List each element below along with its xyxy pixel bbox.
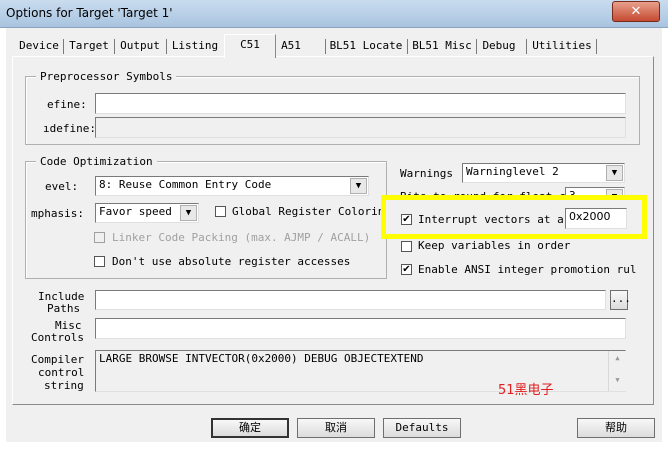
level-select-value: 8: Reuse Common Entry Code	[99, 178, 272, 191]
tab-separator	[166, 39, 167, 54]
global-register-coloring-checkbox[interactable]	[215, 206, 226, 217]
browse-include-button[interactable]: ...	[610, 290, 631, 310]
chevron-down-icon[interactable]: ▼	[350, 178, 367, 194]
tab-listing[interactable]: Listing	[169, 37, 221, 55]
undefine-input	[95, 117, 626, 138]
tab-separator	[407, 39, 408, 54]
compiler-control-label-2: control	[38, 366, 85, 379]
warnings-label: Warnings	[400, 167, 453, 180]
misc-controls-label-2: Controls	[31, 331, 84, 344]
warnings-select-value: Warninglevel 2	[466, 165, 559, 178]
emphasis-select[interactable]: Favor speed ▼	[95, 203, 199, 223]
tab-c51[interactable]: C51	[224, 34, 276, 58]
help-button[interactable]: 帮助	[577, 418, 655, 438]
define-label: efine:	[47, 98, 87, 111]
misc-controls-input[interactable]	[95, 318, 626, 339]
window-title: Options for Target 'Target 1'	[6, 6, 173, 20]
keep-variables-checkbox[interactable]	[401, 241, 412, 252]
chevron-down-icon[interactable]: ▼	[606, 165, 623, 181]
scroll-down-icon[interactable]: ▼	[609, 376, 626, 384]
interrupt-vectors-label: Interrupt vectors at a	[418, 213, 564, 226]
compiler-control-scrollbar[interactable]: ▲ ▼	[608, 351, 626, 391]
tab-debug[interactable]: Debug	[479, 37, 519, 55]
close-icon: ✕	[630, 4, 642, 19]
tab-separator	[63, 39, 64, 54]
close-button[interactable]: ✕	[612, 1, 660, 22]
cancel-button[interactable]: 取消	[297, 418, 375, 438]
tab-separator	[476, 39, 477, 54]
tab-separator	[325, 39, 326, 54]
global-register-coloring-label: Global Register Coloring	[232, 205, 391, 218]
include-paths-input[interactable]	[95, 290, 606, 310]
tab-separator	[526, 39, 527, 54]
level-select[interactable]: 8: Reuse Common Entry Code ▼	[95, 176, 369, 196]
watermark-text: 51黑电子	[498, 383, 554, 398]
code-optimization-group-label: Code Optimization	[36, 155, 157, 168]
ok-button[interactable]: 确定	[211, 418, 289, 438]
no-absolute-register-label: Don't use absolute register accesses	[112, 255, 351, 268]
tab-device[interactable]: Device	[17, 37, 61, 55]
tab-separator	[114, 39, 115, 54]
compiler-control-label-3: string	[44, 379, 84, 392]
define-input[interactable]	[95, 93, 626, 114]
defaults-button[interactable]: Defaults	[383, 418, 461, 438]
emphasis-label: mphasis:	[31, 207, 84, 220]
linker-code-packing-label: Linker Code Packing (max. AJMP / ACALL)	[112, 231, 371, 244]
emphasis-select-value: Favor speed	[99, 205, 172, 218]
undefine-label: ıdefine:	[43, 122, 96, 135]
chevron-down-icon[interactable]: ▼	[180, 205, 197, 221]
keep-variables-label: Keep variables in order	[418, 239, 571, 252]
ansi-integer-promotion-label: Enable ANSI integer promotion rul	[418, 263, 637, 276]
interrupt-vectors-checkbox[interactable]: ✔	[401, 214, 412, 225]
ansi-integer-promotion-checkbox[interactable]: ✔	[401, 264, 412, 275]
scroll-up-icon[interactable]: ▲	[609, 354, 626, 362]
compiler-control-label-1: Compiler	[31, 353, 84, 366]
tab-a51[interactable]: A51	[276, 37, 306, 55]
tab-utilities[interactable]: Utilities	[529, 37, 595, 55]
preprocessor-group-label: Preprocessor Symbols	[36, 70, 177, 83]
level-label: evel:	[45, 180, 79, 193]
compiler-control-text: LARGE BROWSE INTVECTOR(0x2000) DEBUG OBJ…	[99, 352, 424, 365]
tab-target[interactable]: Target	[66, 37, 112, 55]
tab-bl51-locate[interactable]: BL51 Locate	[328, 37, 404, 55]
include-paths-label-2: Paths	[47, 302, 81, 315]
no-absolute-register-checkbox[interactable]	[94, 256, 105, 267]
tab-separator	[596, 39, 597, 54]
interrupt-vector-address-input[interactable]: 0x2000	[565, 208, 627, 229]
tab-output[interactable]: Output	[117, 37, 163, 55]
tab-bl51-misc[interactable]: BL51 Misc	[410, 37, 474, 55]
linker-code-packing-checkbox	[94, 232, 105, 243]
warnings-select[interactable]: Warninglevel 2 ▼	[462, 163, 625, 183]
